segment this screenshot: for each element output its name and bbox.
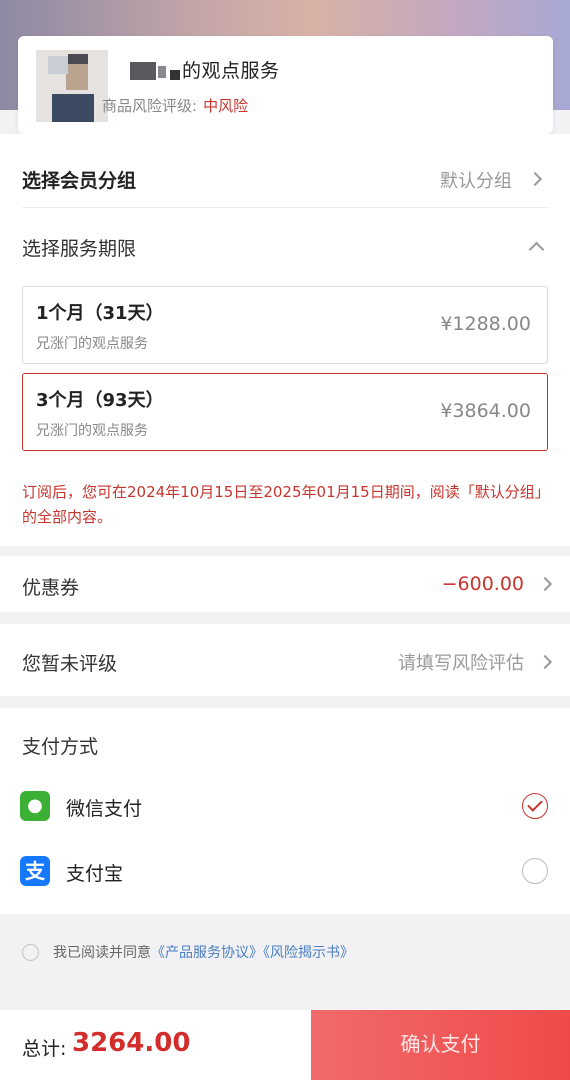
risk-disclosure-link[interactable]: 《风险揭示书》	[263, 945, 354, 961]
member-group-value: 默认分组	[440, 171, 512, 192]
wechat-icon: ●	[20, 791, 50, 821]
blurred-name-block	[158, 66, 166, 78]
plan-name: 1个月（31天）	[36, 303, 164, 324]
radio-checked-icon[interactable]	[522, 793, 548, 819]
total-label: 总计:	[22, 1038, 67, 1060]
payment-label: 支付宝	[66, 863, 124, 885]
alipay-icon: 支	[20, 856, 50, 886]
payment-label: 微信支付	[66, 798, 143, 820]
chevron-up-icon	[528, 241, 545, 258]
subscription-notice: 订阅后，您可在2024年10月15日至2025年01月15日期间，阅读「默认分组…	[22, 483, 550, 526]
service-period-label: 选择服务期限	[22, 238, 137, 260]
member-group-label: 选择会员分组	[22, 170, 137, 192]
payment-option-alipay[interactable]: 支 支付宝	[0, 845, 570, 897]
risk-value: 中风险	[203, 97, 249, 115]
checkout-bar: 总计: 3264.00 确认支付	[0, 1010, 570, 1080]
risk-assessment-link: 请填写风险评估	[398, 653, 524, 674]
plan-description: 兄涨门的观点服务	[36, 336, 148, 352]
total-value: 3264.00	[72, 1028, 191, 1058]
plan-name: 3个月（93天）	[36, 390, 164, 411]
member-group-row[interactable]: 选择会员分组 默认分组	[22, 170, 550, 208]
chevron-right-icon	[537, 576, 553, 592]
payment-option-wechat[interactable]: ● 微信支付	[0, 780, 570, 832]
confirm-payment-button[interactable]: 确认支付	[311, 1010, 570, 1080]
plan-option-1-month[interactable]: 1个月（31天） 兄涨门的观点服务 ¥1288.00	[22, 286, 548, 364]
risk-rating: 商品风险评级: 中风险	[102, 95, 248, 116]
agreement-prefix: 我已阅读并同意	[53, 945, 151, 961]
agreement-checkbox[interactable]	[22, 943, 39, 961]
coupon-value: −600.00	[441, 573, 524, 595]
risk-label: 商品风险评级:	[102, 97, 198, 115]
avatar	[36, 50, 108, 122]
agreement-line: 我已阅读并同意《产品服务协议》《风险揭示书》	[22, 942, 354, 962]
rating-label: 您暂未评级	[22, 653, 118, 675]
coupon-label: 优惠券	[22, 577, 80, 599]
payment-title: 支付方式	[22, 736, 99, 758]
radio-unchecked-icon[interactable]	[522, 858, 548, 884]
plan-price: ¥1288.00	[440, 313, 531, 335]
service-agreement-link[interactable]: 《产品服务协议》	[151, 945, 263, 961]
plan-option-3-months[interactable]: 3个月（93天） 兄涨门的观点服务 ¥3864.00	[22, 373, 548, 451]
service-period-header[interactable]: 选择服务期限	[22, 234, 550, 260]
service-profile-card	[18, 36, 553, 134]
risk-assessment-row[interactable]: 您暂未评级 请填写风险评估	[0, 624, 570, 696]
coupon-row[interactable]: 优惠券 −600.00	[0, 556, 570, 612]
service-name: 的观点服务	[182, 60, 280, 82]
blurred-name-block	[130, 62, 156, 80]
plan-description: 兄涨门的观点服务	[36, 423, 148, 439]
blurred-name-block	[170, 70, 180, 80]
plan-price: ¥3864.00	[440, 400, 531, 422]
chevron-right-icon	[537, 654, 553, 670]
